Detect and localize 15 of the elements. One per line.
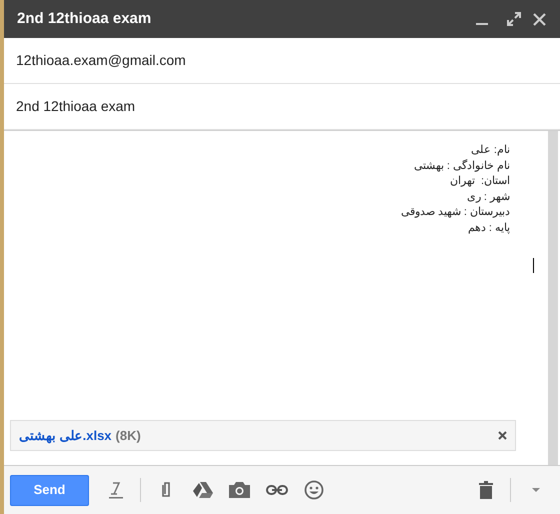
body-text-line: پایه : دهم	[466, 220, 510, 236]
text-cursor	[533, 258, 534, 273]
send-button[interactable]: Send	[10, 474, 89, 506]
attachment-size: (8K)	[116, 426, 141, 445]
to-field[interactable]: 12thioaa.exam@gmail.com	[14, 49, 550, 72]
subject-field[interactable]: 2nd 12thioaa exam	[14, 95, 550, 118]
body-text-line: دبیرستان : شهید صدوقی	[400, 205, 510, 220]
attachment-name[interactable]: علی بهشتی.xlsx	[19, 426, 112, 446]
window-title: 2nd 12thioaa exam	[17, 8, 152, 29]
body-text-line: نام: علی	[470, 143, 510, 158]
body-text-line: استان: تهران	[448, 174, 510, 189]
scrollbar[interactable]	[548, 131, 558, 465]
close-icon[interactable]	[498, 431, 507, 440]
body-text-line: نام خانوادگی : بهشتی	[412, 158, 510, 174]
body-text-line: شهر : ری	[466, 190, 510, 205]
